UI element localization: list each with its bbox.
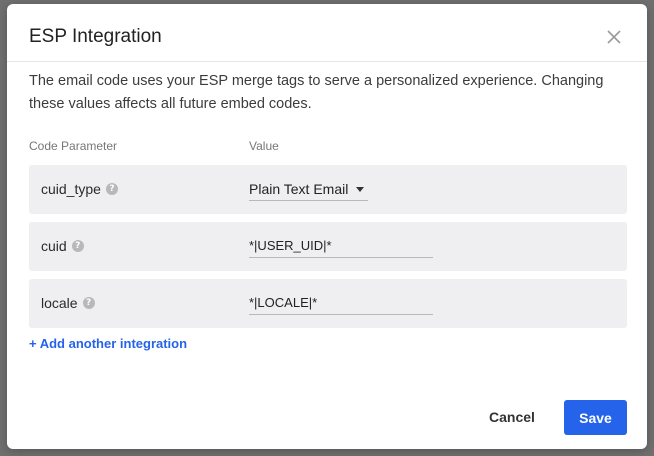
parameter-name: locale ? [41, 295, 95, 311]
parameter-row-locale: locale ? [29, 279, 627, 328]
help-icon[interactable]: ? [71, 240, 84, 252]
modal-description: The email code uses your ESP merge tags … [29, 73, 604, 112]
esp-integration-modal: ESP Integration The email code uses your… [7, 4, 647, 449]
close-button[interactable] [603, 26, 625, 48]
save-button[interactable]: Save [564, 400, 627, 435]
parameter-row-cuid: cuid ? [29, 222, 627, 271]
column-header-parameter: Code Parameter [29, 139, 118, 153]
cancel-button[interactable]: Cancel [482, 400, 542, 434]
parameter-name: cuid_type ? [41, 181, 118, 197]
cuid-input[interactable] [249, 233, 433, 258]
help-icon[interactable]: ? [105, 183, 118, 195]
parameter-label: cuid_type [41, 181, 101, 197]
select-value: Plain Text Email [249, 181, 349, 197]
parameter-label: locale [41, 295, 78, 311]
caret-down-icon [356, 186, 365, 192]
locale-input[interactable] [249, 290, 433, 315]
parameter-label: cuid [41, 238, 67, 254]
header-divider [7, 61, 647, 62]
column-header-value: Value [249, 139, 279, 153]
parameter-name: cuid ? [41, 238, 84, 254]
parameter-row-cuid-type: cuid_type ? Plain Text Email [29, 165, 627, 214]
help-icon[interactable]: ? [82, 297, 95, 309]
modal-title: ESP Integration [29, 26, 162, 47]
cuid-type-select[interactable]: Plain Text Email [249, 178, 369, 201]
add-integration-link[interactable]: + Add another integration [29, 336, 187, 351]
close-icon [607, 30, 621, 44]
